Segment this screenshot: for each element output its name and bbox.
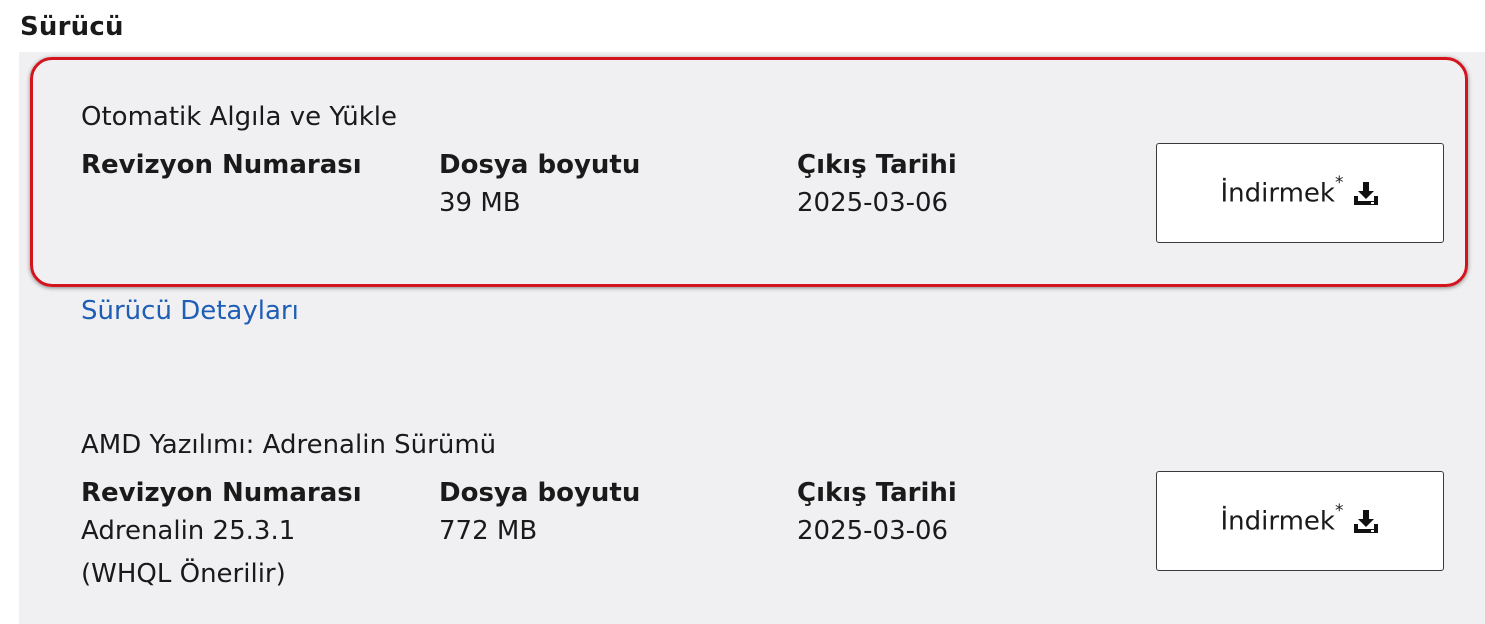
revision-column: Revizyon Numarası Adrenalin 25.3.1 (WHQL… [81,476,362,596]
date-value: 2025-03-06 [797,188,949,218]
download-icon [1352,508,1380,534]
revision-value-line1: Adrenalin 25.3.1 [81,516,296,546]
size-header: Dosya boyutu [439,150,641,180]
section-title: Sürücü [20,12,124,42]
revision-value-line2: (WHQL Önerilir) [81,559,286,589]
download-label: İndirmek* [1220,501,1344,537]
size-header: Dosya boyutu [439,478,641,508]
size-value: 39 MB [439,188,521,218]
auto-detect-download-button[interactable]: İndirmek* [1156,143,1444,243]
date-column: Çıkış Tarihi 2025-03-06 [797,476,957,553]
download-label: İndirmek* [1220,173,1344,209]
size-column: Dosya boyutu 39 MB [439,148,640,225]
size-value: 772 MB [439,516,538,546]
date-header: Çıkış Tarihi [797,478,957,508]
driver-details-link[interactable]: Sürücü Detayları [81,296,299,326]
download-icon [1352,180,1380,206]
adrenalin-title: AMD Yazılımı: Adrenalin Sürümü [81,430,497,460]
date-header: Çıkış Tarihi [797,150,957,180]
date-value: 2025-03-06 [797,516,949,546]
adrenalin-download-button[interactable]: İndirmek* [1156,471,1444,571]
revision-header: Revizyon Numarası [81,478,362,508]
auto-detect-title: Otomatik Algıla ve Yükle [81,102,398,132]
date-column: Çıkış Tarihi 2025-03-06 [797,148,957,225]
revision-header: Revizyon Numarası [81,150,362,180]
size-column: Dosya boyutu 772 MB [439,476,640,553]
revision-column: Revizyon Numarası [81,148,362,182]
